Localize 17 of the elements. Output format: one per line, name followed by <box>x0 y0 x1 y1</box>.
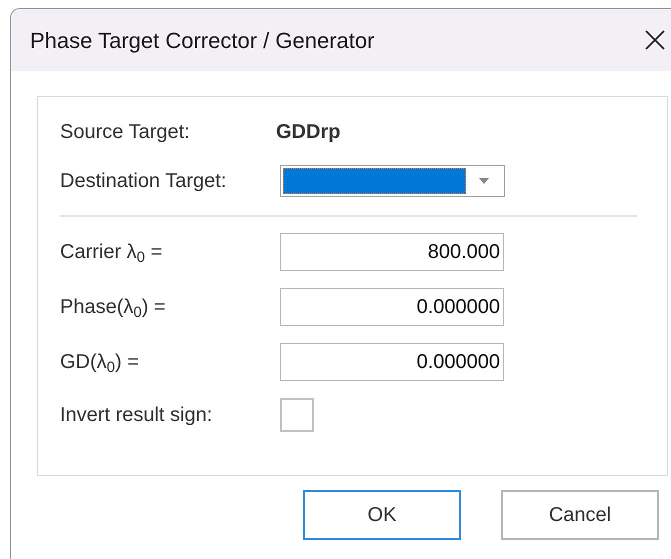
field-label: GD(λ$_{0}$) = <box>60 350 140 377</box>
invert-sign-checkbox[interactable] <box>280 398 314 432</box>
input-field[interactable]: 800.000 <box>280 233 504 271</box>
window-title: Phase Target Corrector / Generator <box>30 26 376 55</box>
invert-sign-label: Invert result sign: <box>60 403 214 428</box>
input-field[interactable]: 0.000000 <box>280 343 504 381</box>
source-target-label: Source Target: <box>60 120 191 145</box>
input-field[interactable]: 0.000000 <box>280 288 504 326</box>
field-label: Phase(λ$_{0}$) = <box>60 295 167 322</box>
field-label: Carrier λ$_{0}$ = <box>60 240 164 267</box>
dialog-button[interactable]: OK <box>303 490 461 540</box>
source-target-value: GDDrp <box>276 120 340 145</box>
dialog-button[interactable]: Cancel <box>501 490 659 540</box>
destination-target-dropdown[interactable] <box>280 165 505 197</box>
close-icon <box>644 29 666 51</box>
destination-target-label: Destination Target: <box>60 169 228 194</box>
caret-icon <box>478 177 490 185</box>
